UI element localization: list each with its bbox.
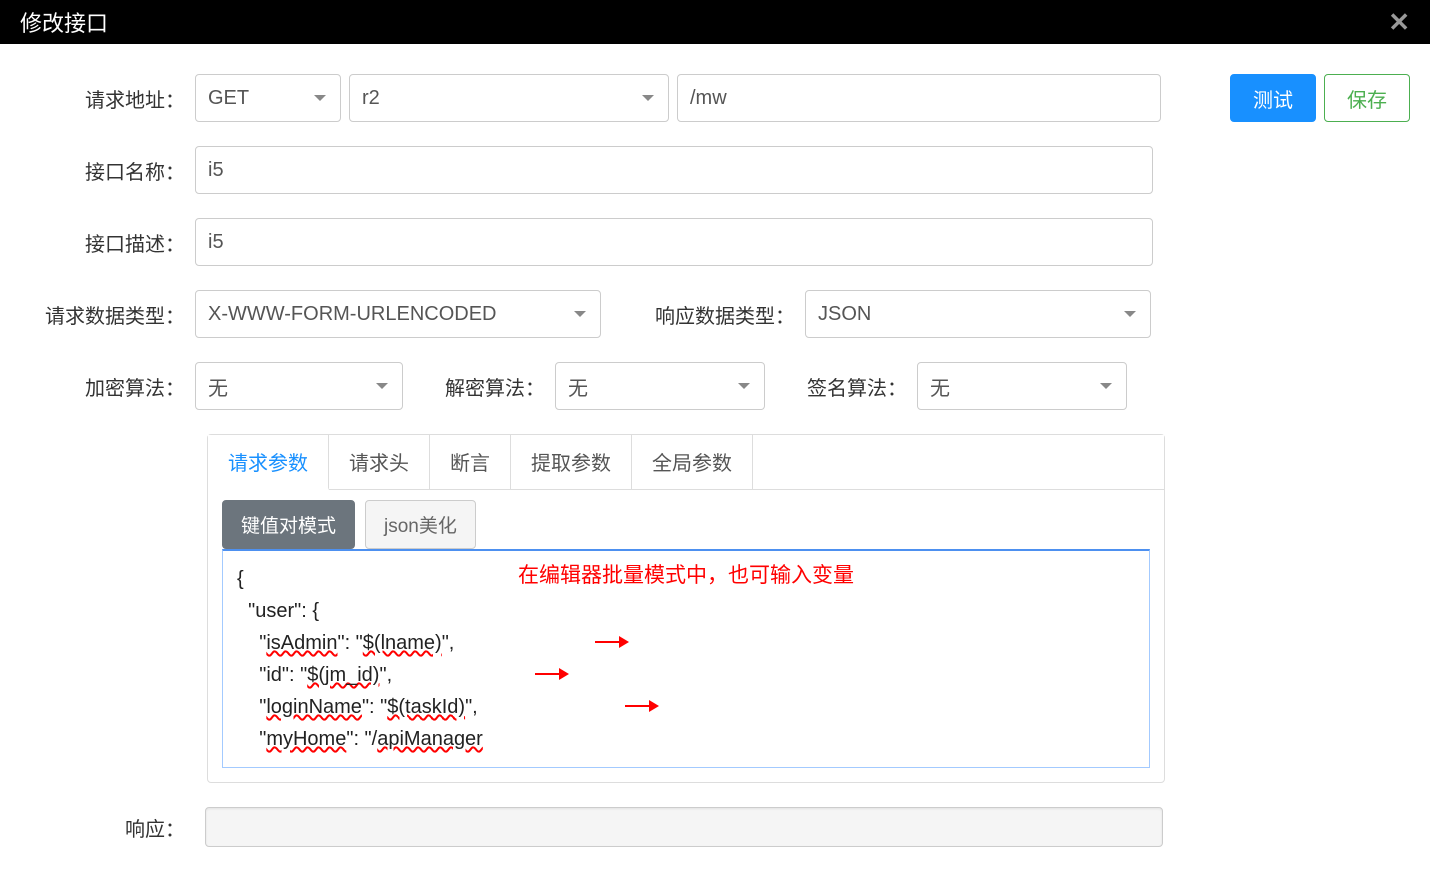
code-line: "user": {	[237, 595, 1135, 627]
response-data-type-label: 响应数据类型：	[601, 300, 805, 329]
request-data-type-select[interactable]: X-WWW-FORM-URLENCODED	[195, 290, 601, 338]
tab-request-params[interactable]: 请求参数	[208, 435, 329, 490]
method-select[interactable]: GET	[195, 74, 341, 122]
sign-select[interactable]: 无	[917, 362, 1127, 410]
response-output	[205, 807, 1163, 847]
editor-annotation: 在编辑器批量模式中，也可输入变量	[518, 559, 854, 593]
tab-global-params[interactable]: 全局参数	[632, 435, 753, 489]
interface-desc-input[interactable]	[195, 218, 1153, 266]
encrypt-value: 无	[208, 372, 228, 401]
response-data-type-select[interactable]: JSON	[805, 290, 1151, 338]
code-line: "myHome": "/apiManager	[237, 723, 1135, 755]
tabs-header: 请求参数 请求头 断言 提取参数 全局参数	[208, 435, 1164, 490]
sign-label: 签名算法：	[765, 372, 917, 401]
encrypt-label: 加密算法：	[20, 372, 195, 401]
arrow-icon	[535, 673, 567, 675]
tab-assertions[interactable]: 断言	[430, 435, 511, 489]
sign-value: 无	[930, 372, 950, 401]
code-line: "loginName": "$(taskId)",	[237, 691, 1135, 723]
code-line: "isAdmin": "$(lname)",	[237, 627, 1135, 659]
modal-title: 修改接口	[20, 6, 108, 38]
encrypt-select[interactable]: 无	[195, 362, 403, 410]
decrypt-value: 无	[568, 372, 588, 401]
kv-mode-button[interactable]: 键值对模式	[222, 500, 355, 549]
response-label: 响应：	[20, 813, 195, 842]
method-value: GET	[208, 87, 249, 110]
decrypt-label: 解密算法：	[403, 372, 555, 401]
decrypt-select[interactable]: 无	[555, 362, 765, 410]
params-editor[interactable]: 在编辑器批量模式中，也可输入变量 { "user": { "isAdmin": …	[222, 549, 1150, 768]
interface-desc-label: 接口描述：	[20, 228, 195, 257]
interface-name-label: 接口名称：	[20, 156, 195, 185]
save-button[interactable]: 保存	[1324, 74, 1410, 122]
path-input[interactable]	[677, 74, 1161, 122]
arrow-icon	[625, 705, 657, 707]
json-beautify-button[interactable]: json美化	[365, 500, 476, 549]
module-select[interactable]: r2	[349, 74, 669, 122]
code-line: "id": "$(jm_id)",	[237, 659, 1135, 691]
interface-name-input[interactable]	[195, 146, 1153, 194]
close-icon[interactable]: ✕	[1388, 9, 1410, 35]
request-url-label: 请求地址：	[20, 84, 195, 113]
tab-headers[interactable]: 请求头	[329, 435, 430, 489]
module-value: r2	[362, 87, 380, 110]
tab-extract-params[interactable]: 提取参数	[511, 435, 632, 489]
request-data-type-value: X-WWW-FORM-URLENCODED	[208, 303, 497, 326]
test-button[interactable]: 测试	[1230, 74, 1316, 122]
request-data-type-label: 请求数据类型：	[20, 300, 195, 329]
response-data-type-value: JSON	[818, 303, 871, 326]
arrow-icon	[595, 641, 627, 643]
